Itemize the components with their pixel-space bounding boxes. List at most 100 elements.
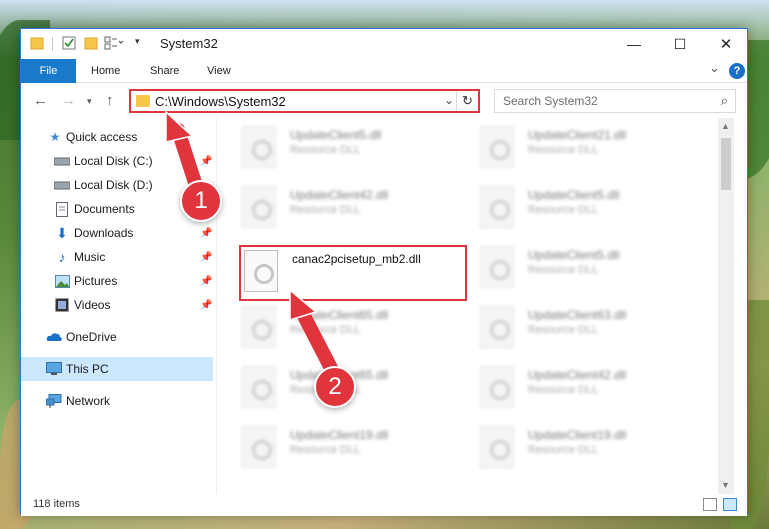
pin-icon: 📌 [200, 299, 213, 311]
pictures-icon [54, 273, 70, 289]
scrollbar-thumb[interactable] [721, 138, 731, 190]
refresh-icon[interactable]: ↻ [456, 91, 478, 111]
sidebar-item-label: Documents [74, 202, 135, 216]
sidebar-item-label: Music [74, 250, 106, 264]
pin-icon: 📌 [200, 275, 213, 287]
sidebar-item-label: Local Disk (C:) [74, 154, 153, 168]
file-name: UpdateClient19.dll [528, 428, 627, 442]
file-name: UpdateClient21.dll [528, 128, 627, 142]
file-item[interactable]: UpdateClient63.dll Resource DLL [480, 304, 710, 360]
title-bar: ▾ System32 — ☐ ✕ [21, 29, 747, 59]
sidebar-item-label: Downloads [74, 226, 134, 240]
ribbon-collapse-icon[interactable]: ⌄ [709, 56, 720, 80]
scroll-up-icon[interactable]: ▲ [721, 121, 730, 131]
sidebar-item-label: This PC [66, 362, 109, 376]
file-item[interactable]: UpdateClient5.dll Resource DLL [480, 244, 710, 300]
dll-file-icon [242, 126, 276, 168]
file-item[interactable]: UpdateClient5.dll Resource DLL [242, 124, 472, 180]
status-bar: 118 items [21, 494, 747, 516]
file-item[interactable]: UpdateClient21.dll Resource DLL [480, 124, 710, 180]
search-input[interactable]: Search System32 ⌕ [494, 89, 736, 113]
details-view-icon[interactable] [703, 498, 717, 511]
back-icon[interactable]: ← [33, 92, 48, 109]
tab-file[interactable]: File [21, 59, 76, 83]
properties-icon[interactable] [62, 36, 76, 50]
navigation-bar: ← → ▾ ↑ C:\Windows\System32 ⌄ ↻ Search S… [21, 84, 747, 118]
tab-share[interactable]: Share [150, 59, 179, 83]
dll-file-icon [242, 426, 276, 468]
quick-access-dropdown-icon[interactable]: ▾ [135, 36, 140, 47]
chevron-down-icon[interactable]: ⌄ [444, 93, 454, 107]
file-description: Resource DLL [528, 384, 599, 396]
sidebar-item-label: Quick access [66, 130, 138, 144]
file-name: UpdateClient19.dll [290, 428, 389, 442]
customize-toolbar-icon[interactable] [104, 36, 124, 50]
recent-locations-icon[interactable]: ▾ [87, 96, 92, 107]
file-item[interactable]: UpdateClient65.dll Resource DLL [242, 304, 472, 360]
file-description: Resource DLL [290, 324, 361, 336]
explorer-window: ▾ System32 — ☐ ✕ File Home Share View ⌄ … [20, 28, 748, 516]
network-icon [46, 393, 62, 409]
window-title: System32 [160, 36, 218, 51]
file-name: UpdateClient5.dll [290, 128, 382, 142]
folder-icon [136, 95, 150, 107]
dll-file-icon [480, 366, 514, 408]
sidebar-item-music[interactable]: ♪ Music 📌 [21, 245, 213, 269]
pin-icon: 📌 [200, 251, 213, 263]
help-icon[interactable]: ? [729, 63, 745, 79]
address-bar[interactable]: C:\Windows\System32 ⌄ ↻ [129, 89, 480, 113]
file-item[interactable]: UpdateClient19.dll Resource DLL [480, 424, 710, 480]
documents-icon [54, 201, 70, 217]
minimize-button[interactable]: — [611, 29, 657, 59]
large-icons-view-icon[interactable] [723, 498, 737, 511]
video-icon [54, 297, 70, 313]
file-name: UpdateClient63.dll [528, 308, 627, 322]
folder-icon [30, 36, 44, 50]
step-badge-2: 2 [314, 366, 356, 408]
sidebar-item-downloads[interactable]: ⬇ Downloads 📌 [21, 221, 213, 245]
new-folder-icon[interactable] [84, 36, 98, 50]
file-item[interactable]: UpdateClient42.dll Resource DLL [480, 364, 710, 420]
divider [52, 37, 53, 51]
up-icon[interactable]: ↑ [106, 92, 114, 109]
file-description: Resource DLL [528, 144, 599, 156]
star-icon: ★ [49, 130, 61, 144]
forward-icon[interactable]: → [61, 92, 76, 109]
tab-view[interactable]: View [207, 59, 231, 83]
file-item[interactable]: UpdateClient42.dll Resource DLL [242, 184, 472, 240]
file-name: UpdateClient65.dll [290, 308, 389, 322]
file-item[interactable]: UpdateClient65.dll Resource DLL [242, 364, 472, 420]
sidebar-item-videos[interactable]: Videos 📌 [21, 293, 213, 317]
sidebar-item-onedrive[interactable]: OneDrive [21, 325, 213, 349]
vertical-scrollbar[interactable]: ▲ ▼ [718, 118, 734, 494]
file-item[interactable]: UpdateClient5.dll Resource DLL [480, 184, 710, 240]
close-button[interactable]: ✕ [703, 29, 749, 59]
drive-icon [54, 153, 70, 169]
sidebar-item-label: Network [66, 394, 111, 408]
file-description: Resource DLL [528, 444, 599, 456]
maximize-button[interactable]: ☐ [657, 29, 703, 59]
navigation-pane: ★ Quick access Local Disk (C:) 📌 Local D… [21, 118, 217, 494]
file-name: UpdateClient5.dll [528, 248, 620, 262]
highlight-box [239, 245, 467, 301]
dll-file-icon [480, 246, 514, 288]
file-list: UpdateClient5.dll Resource DLL UpdateCli… [218, 118, 734, 494]
file-item[interactable]: UpdateClient19.dll Resource DLL [242, 424, 472, 480]
file-description: Resource DLL [290, 444, 361, 456]
sidebar-item-label: Pictures [74, 274, 118, 288]
dll-file-icon [480, 306, 514, 348]
sidebar-item-quick-access[interactable]: ★ Quick access [21, 125, 213, 149]
tab-home[interactable]: Home [91, 59, 120, 83]
sidebar-item-network[interactable]: Network [21, 389, 213, 413]
file-description: Resource DLL [528, 264, 599, 276]
scroll-down-icon[interactable]: ▼ [721, 480, 730, 490]
file-name: UpdateClient5.dll [528, 188, 620, 202]
sidebar-item-pictures[interactable]: Pictures 📌 [21, 269, 213, 293]
file-name: UpdateClient42.dll [290, 188, 389, 202]
sidebar-item-local-disk-c[interactable]: Local Disk (C:) 📌 [21, 149, 213, 173]
computer-icon [46, 361, 62, 377]
file-description: Resource DLL [290, 144, 361, 156]
dll-file-icon [480, 126, 514, 168]
sidebar-item-this-pc[interactable]: This PC [21, 357, 213, 381]
search-icon[interactable]: ⌕ [721, 93, 728, 109]
